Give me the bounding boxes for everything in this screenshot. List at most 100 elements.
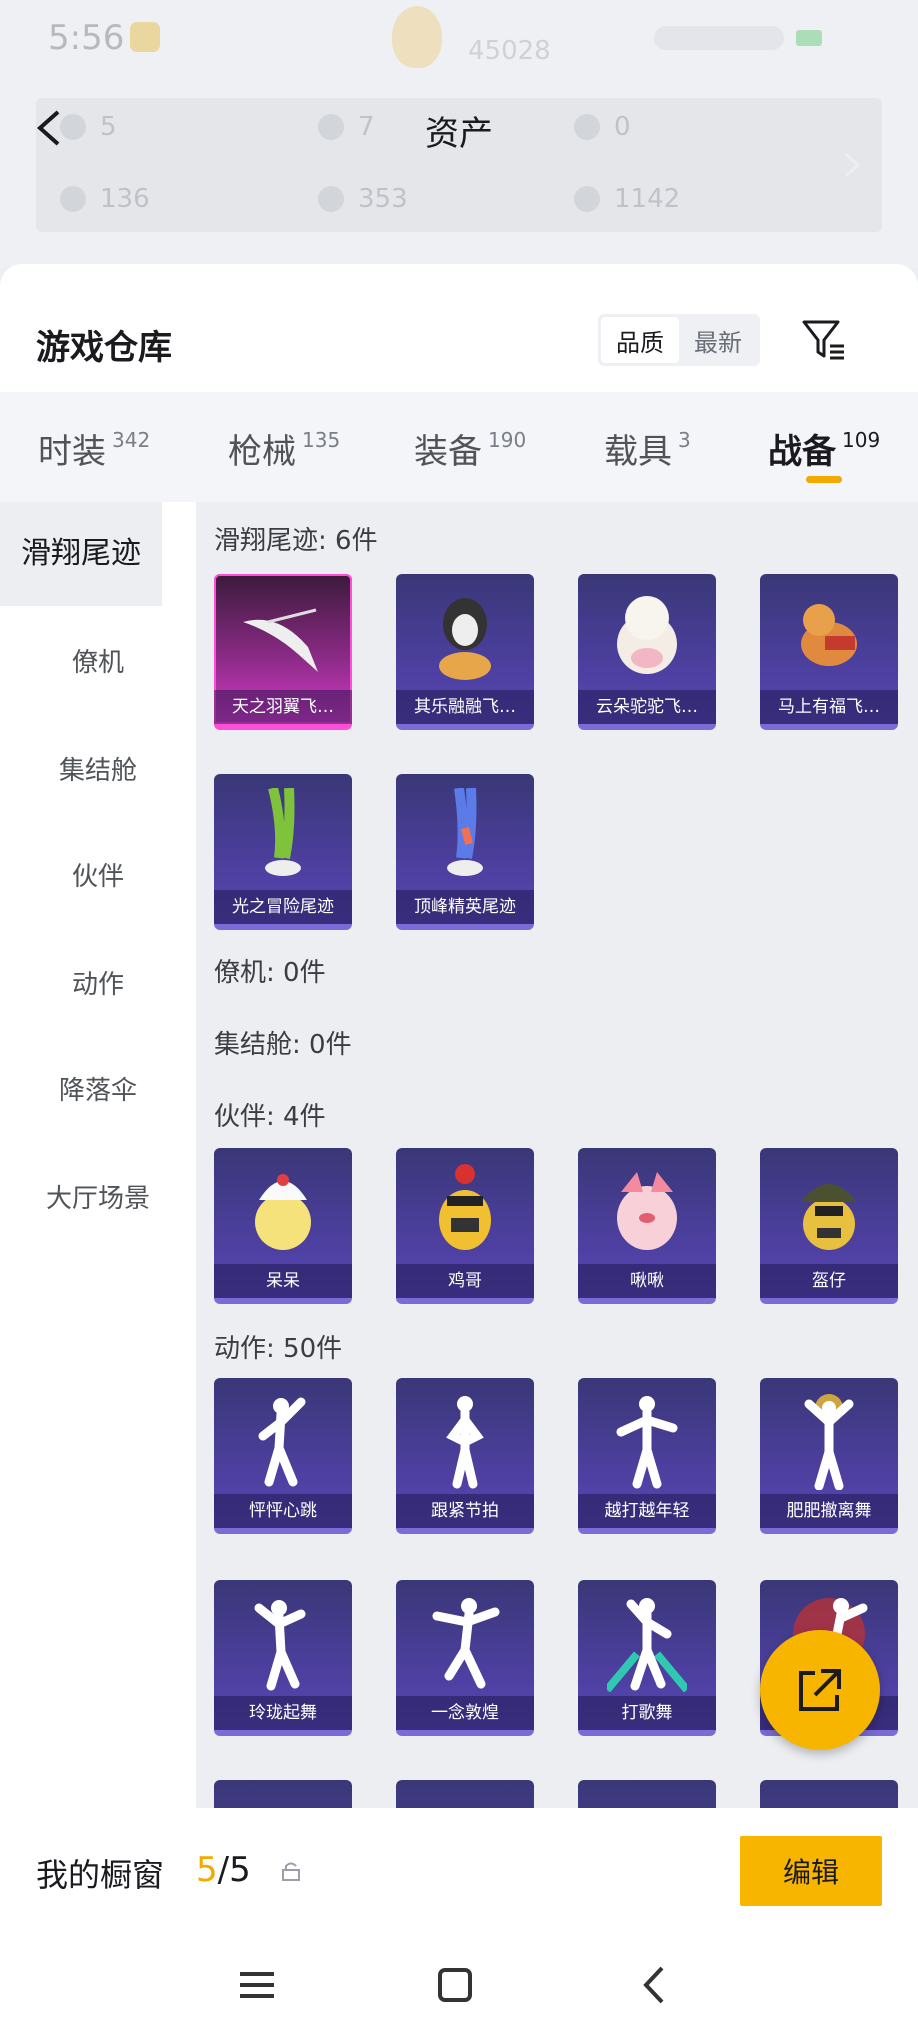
- section-title-capsule: 集结舱: 0件: [214, 1030, 352, 1060]
- menu-nav-icon[interactable]: [232, 1960, 282, 2010]
- item-label: 一念敦煌: [396, 1696, 534, 1730]
- sidebar-item-wingman[interactable]: 僚机: [0, 642, 196, 679]
- item-card[interactable]: [214, 1780, 352, 1808]
- sidebar-item-parachute[interactable]: 降落伞: [0, 1070, 196, 1107]
- tab-firearms[interactable]: 枪械 135: [228, 424, 340, 473]
- currency-icon: [574, 186, 600, 212]
- filter-icon[interactable]: [800, 316, 848, 364]
- item-label: 玲珑起舞: [214, 1696, 352, 1730]
- item-card[interactable]: 天之羽翼飞…: [214, 574, 352, 730]
- share-icon: [799, 1669, 841, 1711]
- status-time: 5:56: [48, 18, 125, 58]
- item-label: 鸡哥: [396, 1264, 534, 1298]
- item-card[interactable]: 盔仔: [760, 1148, 898, 1304]
- top-header: 5:56 45028 5 7 0 136 353 1142 资产: [0, 0, 918, 268]
- tab-fashion[interactable]: 时装 342: [38, 424, 150, 473]
- sidebar-item-partner[interactable]: 伙伴: [0, 856, 196, 893]
- tab-vehicles[interactable]: 载具 3: [604, 424, 691, 473]
- sidebar-item-capsule[interactable]: 集结舱: [0, 750, 196, 787]
- item-card[interactable]: 呆呆: [214, 1148, 352, 1304]
- asset-item: 353: [318, 184, 408, 214]
- item-label: 天之羽翼飞…: [214, 690, 352, 724]
- item-label: 打歌舞: [578, 1696, 716, 1730]
- item-label: 跟紧节拍: [396, 1494, 534, 1528]
- item-card[interactable]: 云朵驼驼飞…: [578, 574, 716, 730]
- dancer-icon: [238, 1392, 328, 1490]
- item-card[interactable]: 跟紧节拍: [396, 1378, 534, 1534]
- sidebar-item-glide-trail[interactable]: 滑翔尾迹: [0, 502, 162, 606]
- item-card[interactable]: 打歌舞: [578, 1580, 716, 1736]
- lock-icon: [282, 1862, 300, 1881]
- dancer-icon: [602, 1594, 692, 1692]
- home-nav-icon[interactable]: [430, 1960, 480, 2010]
- item-label: 其乐融融飞…: [396, 690, 534, 724]
- wing-icon: [238, 588, 328, 686]
- asset-item: 136: [60, 184, 150, 214]
- item-label: 怦怦心跳: [214, 1494, 352, 1528]
- item-label: 盔仔: [760, 1264, 898, 1298]
- currency-icon: [318, 186, 344, 212]
- item-card[interactable]: [760, 1780, 898, 1808]
- status-icons: [654, 26, 784, 50]
- item-card[interactable]: 越打越年轻: [578, 1378, 716, 1534]
- item-label: 云朵驼驼飞…: [578, 690, 716, 724]
- status-center-number: 45028: [468, 36, 551, 66]
- item-label: 啾啾: [578, 1264, 716, 1298]
- item-card[interactable]: 怦怦心跳: [214, 1378, 352, 1534]
- item-card[interactable]: 顶峰精英尾迹: [396, 774, 534, 930]
- dancer-icon: [784, 1392, 874, 1490]
- sort-newest-button[interactable]: 最新: [679, 317, 757, 363]
- sidebar-item-lobby-scene[interactable]: 大厅场景: [0, 1178, 196, 1215]
- item-card[interactable]: 一念敦煌: [396, 1580, 534, 1736]
- item-label: 光之冒险尾迹: [214, 890, 352, 924]
- horse-icon: [784, 588, 874, 686]
- item-card[interactable]: 啾啾: [578, 1148, 716, 1304]
- item-card[interactable]: 肥肥撤离舞: [760, 1378, 898, 1534]
- dancer-icon: [420, 1392, 510, 1490]
- battery-icon: [796, 30, 822, 46]
- share-fab-button[interactable]: [760, 1630, 880, 1750]
- showcase-label: 我的橱窗: [36, 1856, 165, 1894]
- dancer-icon: [602, 1392, 692, 1490]
- sort-quality-button[interactable]: 品质: [601, 317, 679, 363]
- item-label: 越打越年轻: [578, 1494, 716, 1528]
- sort-toggle: 品质 最新: [598, 314, 760, 366]
- warehouse-title: 游戏仓库: [36, 328, 172, 368]
- back-nav-icon[interactable]: [630, 1960, 680, 2010]
- currency-icon: [60, 186, 86, 212]
- status-bar: 5:56 45028: [0, 0, 918, 80]
- section-title-partner: 伙伴: 4件: [214, 1102, 326, 1132]
- section-title-wingman: 僚机: 0件: [214, 958, 326, 988]
- item-card[interactable]: 玲珑起舞: [214, 1580, 352, 1736]
- chevron-right-icon[interactable]: [840, 150, 864, 180]
- sidebar-item-emote[interactable]: 动作: [0, 964, 196, 1001]
- dancer-icon: [420, 1594, 510, 1692]
- green-trail-icon: [238, 788, 328, 886]
- section-title-emote: 动作: 50件: [214, 1334, 343, 1364]
- tab-combat-gear[interactable]: 战备 109: [768, 424, 880, 473]
- tab-equipment[interactable]: 装备 190: [414, 424, 526, 473]
- flame-icon: [392, 6, 442, 68]
- alpaca-icon: [602, 588, 692, 686]
- item-card[interactable]: [396, 1780, 534, 1808]
- item-card[interactable]: 其乐融融飞…: [396, 574, 534, 730]
- item-grid-area[interactable]: 滑翔尾迹: 6件 天之羽翼飞… 其乐融融飞… 云朵驼驼飞… 马上有福飞… 光之冒…: [196, 502, 918, 1808]
- item-label: 肥肥撤离舞: [760, 1494, 898, 1528]
- item-card[interactable]: 鸡哥: [396, 1148, 534, 1304]
- dancer-icon: [238, 1594, 328, 1692]
- edit-showcase-button[interactable]: 编辑: [740, 1836, 882, 1906]
- item-card[interactable]: 马上有福飞…: [760, 574, 898, 730]
- page-title: 资产: [425, 114, 493, 154]
- pink-bird-icon: [602, 1162, 692, 1260]
- chick-icon: [238, 1162, 328, 1260]
- active-tab-indicator: [806, 476, 842, 483]
- item-card[interactable]: [578, 1780, 716, 1808]
- helmet-chick-icon: [784, 1162, 874, 1260]
- item-card[interactable]: 光之冒险尾迹: [214, 774, 352, 930]
- subcategory-sidebar: 滑翔尾迹 僚机 集结舱 伙伴 动作 降落伞 大厅场景: [0, 502, 196, 1808]
- rooster-icon: [420, 1162, 510, 1260]
- blue-trail-icon: [420, 788, 510, 886]
- item-label: 马上有福飞…: [760, 690, 898, 724]
- showcase-count: 5/5: [196, 1850, 251, 1890]
- app-notification-icon: [130, 22, 160, 52]
